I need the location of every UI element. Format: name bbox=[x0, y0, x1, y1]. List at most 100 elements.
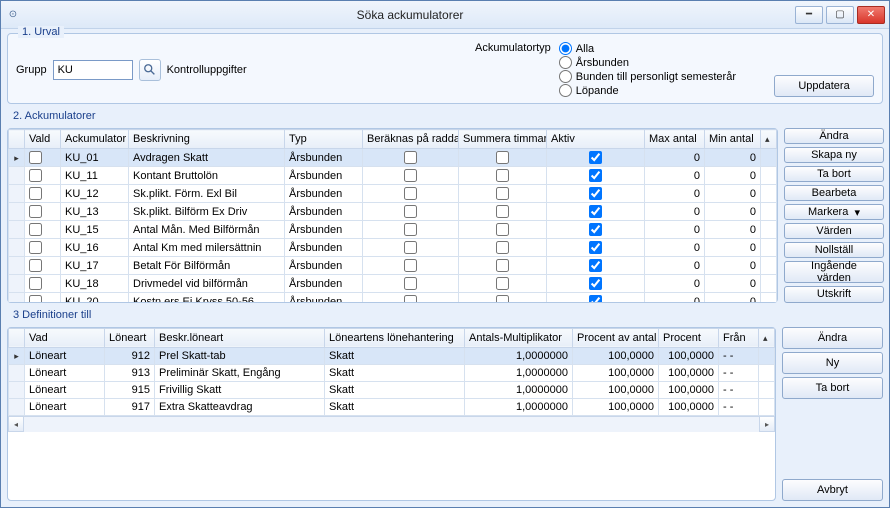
vald-checkbox[interactable] bbox=[29, 295, 42, 302]
window-title: Söka ackumulatorer bbox=[25, 8, 795, 22]
varden-button[interactable]: Värden bbox=[784, 223, 884, 239]
sum-checkbox[interactable] bbox=[496, 295, 509, 302]
sum-checkbox[interactable] bbox=[496, 259, 509, 272]
def-grid[interactable]: Vad Löneart Beskr.löneart Löneartens lön… bbox=[7, 327, 776, 502]
nollstall-button[interactable]: Nollställ bbox=[784, 242, 884, 258]
col-procant[interactable]: Procent av antal bbox=[573, 328, 659, 347]
ber-checkbox[interactable] bbox=[404, 223, 417, 236]
table-row[interactable]: Löneart917Extra SkatteavdragSkatt1,00000… bbox=[9, 398, 775, 415]
scroll-up-icon[interactable]: ▴ bbox=[761, 130, 777, 149]
ber-checkbox[interactable] bbox=[404, 187, 417, 200]
sum-checkbox[interactable] bbox=[496, 187, 509, 200]
col-loneart[interactable]: Löneart bbox=[105, 328, 155, 347]
col-aktiv[interactable]: Aktiv bbox=[547, 130, 645, 149]
markera-button[interactable]: Markera ▾ bbox=[784, 204, 884, 220]
aktiv-checkbox[interactable] bbox=[589, 241, 602, 254]
aktiv-checkbox[interactable] bbox=[589, 259, 602, 272]
ber-checkbox[interactable] bbox=[404, 241, 417, 254]
def-ny-button[interactable]: Ny bbox=[782, 352, 883, 374]
lookup-button[interactable] bbox=[139, 59, 161, 81]
skapa-ny-button[interactable]: Skapa ny bbox=[784, 147, 884, 163]
utskrift-button[interactable]: Utskrift bbox=[784, 286, 884, 302]
aktiv-checkbox[interactable] bbox=[589, 205, 602, 218]
col-min[interactable]: Min antal bbox=[705, 130, 761, 149]
table-row[interactable]: KU_12Sk.plikt. Förm. Exl BilÅrsbunden00 bbox=[9, 185, 777, 203]
minimize-button[interactable]: ━ bbox=[795, 6, 823, 24]
col-vald[interactable]: Vald bbox=[25, 130, 61, 149]
sum-checkbox[interactable] bbox=[496, 223, 509, 236]
maximize-button[interactable]: ▢ bbox=[826, 6, 854, 24]
table-row[interactable]: KU_13Sk.plikt. Bilförm Ex DrivÅrsbunden0… bbox=[9, 203, 777, 221]
scroll-up-icon[interactable]: ▴ bbox=[759, 328, 775, 347]
radio-bunden[interactable]: Bunden till personligt semesterår bbox=[559, 70, 736, 83]
ber-checkbox[interactable] bbox=[404, 169, 417, 182]
avbryt-button[interactable]: Avbryt bbox=[782, 479, 883, 501]
aktiv-checkbox[interactable] bbox=[589, 277, 602, 290]
vald-checkbox[interactable] bbox=[29, 277, 42, 290]
col-hanter[interactable]: Löneartens lönehantering bbox=[325, 328, 465, 347]
grupp-input[interactable] bbox=[53, 60, 133, 80]
grupp-label: Grupp bbox=[16, 64, 47, 76]
col-ack[interactable]: Ackumulator bbox=[61, 130, 129, 149]
table-row[interactable]: KU_11Kontant BruttolönÅrsbunden00 bbox=[9, 167, 777, 185]
table-row[interactable]: KU_18Drivmedel vid bilförmånÅrsbunden00 bbox=[9, 275, 777, 293]
vald-checkbox[interactable] bbox=[29, 241, 42, 254]
aktiv-checkbox[interactable] bbox=[589, 151, 602, 164]
sum-checkbox[interactable] bbox=[496, 277, 509, 290]
uppdatera-button[interactable]: Uppdatera bbox=[774, 75, 874, 97]
scroll-right-icon[interactable]: ▸ bbox=[759, 416, 775, 432]
col-max[interactable]: Max antal bbox=[645, 130, 705, 149]
ack-grid[interactable]: Vald Ackumulator Beskrivning Typ Beräkna… bbox=[7, 128, 778, 303]
col-proc[interactable]: Procent bbox=[659, 328, 719, 347]
vald-checkbox[interactable] bbox=[29, 223, 42, 236]
sum-checkbox[interactable] bbox=[496, 205, 509, 218]
sum-checkbox[interactable] bbox=[496, 169, 509, 182]
ber-checkbox[interactable] bbox=[404, 295, 417, 302]
radio-arsbunden[interactable]: Årsbunden bbox=[559, 56, 736, 69]
ber-checkbox[interactable] bbox=[404, 259, 417, 272]
cell-beskr: Kostn.ers Ej Kryss 50-56 bbox=[129, 293, 285, 302]
aktiv-checkbox[interactable] bbox=[589, 295, 602, 302]
radio-alla[interactable]: Alla bbox=[559, 42, 736, 55]
andra-button[interactable]: Ändra bbox=[784, 128, 884, 144]
vald-checkbox[interactable] bbox=[29, 187, 42, 200]
def-legend: 3 Definitioner till bbox=[7, 307, 883, 323]
scroll-left-icon[interactable]: ◂ bbox=[8, 416, 24, 432]
bearbeta-button[interactable]: Bearbeta bbox=[784, 185, 884, 201]
ingaende-button[interactable]: Ingående värden bbox=[784, 261, 884, 283]
col-beskr[interactable]: Beskrivning bbox=[129, 130, 285, 149]
col-typ[interactable]: Typ bbox=[285, 130, 363, 149]
table-row[interactable]: Löneart913Preliminär Skatt, EngångSkatt1… bbox=[9, 364, 775, 381]
vald-checkbox[interactable] bbox=[29, 205, 42, 218]
vald-checkbox[interactable] bbox=[29, 259, 42, 272]
sum-checkbox[interactable] bbox=[496, 241, 509, 254]
ber-checkbox[interactable] bbox=[404, 277, 417, 290]
table-row[interactable]: KU_20Kostn.ers Ej Kryss 50-56Årsbunden00 bbox=[9, 293, 777, 302]
vald-checkbox[interactable] bbox=[29, 169, 42, 182]
table-row[interactable]: KU_15Antal Mån. Med BilförmånÅrsbunden00 bbox=[9, 221, 777, 239]
h-scrollbar[interactable]: ◂ ▸ bbox=[8, 416, 775, 432]
vald-checkbox[interactable] bbox=[29, 151, 42, 164]
close-button[interactable]: ✕ bbox=[857, 6, 885, 24]
col-mult[interactable]: Antals-Multiplikator bbox=[465, 328, 573, 347]
aktiv-checkbox[interactable] bbox=[589, 169, 602, 182]
col-beskr-la[interactable]: Beskr.löneart bbox=[155, 328, 325, 347]
col-summera[interactable]: Summera timmar bbox=[459, 130, 547, 149]
col-vad[interactable]: Vad bbox=[25, 328, 105, 347]
col-berakn[interactable]: Beräknas på raddat bbox=[363, 130, 459, 149]
aktiv-checkbox[interactable] bbox=[589, 223, 602, 236]
table-row[interactable]: KU_16Antal Km med milersättninÅrsbunden0… bbox=[9, 239, 777, 257]
ber-checkbox[interactable] bbox=[404, 151, 417, 164]
tabort-button[interactable]: Ta bort bbox=[784, 166, 884, 182]
sum-checkbox[interactable] bbox=[496, 151, 509, 164]
ber-checkbox[interactable] bbox=[404, 205, 417, 218]
col-fran[interactable]: Från bbox=[719, 328, 759, 347]
table-row[interactable]: Löneart915Frivillig SkattSkatt1,00000001… bbox=[9, 381, 775, 398]
def-andra-button[interactable]: Ändra bbox=[782, 327, 883, 349]
table-row[interactable]: ▸KU_01Avdragen SkattÅrsbunden00 bbox=[9, 149, 777, 167]
aktiv-checkbox[interactable] bbox=[589, 187, 602, 200]
def-tabort-button[interactable]: Ta bort bbox=[782, 377, 883, 399]
radio-lopande[interactable]: Löpande bbox=[559, 84, 736, 97]
table-row[interactable]: KU_17Betalt För BilförmånÅrsbunden00 bbox=[9, 257, 777, 275]
table-row[interactable]: ▸Löneart912Prel Skatt-tabSkatt1,00000001… bbox=[9, 347, 775, 364]
